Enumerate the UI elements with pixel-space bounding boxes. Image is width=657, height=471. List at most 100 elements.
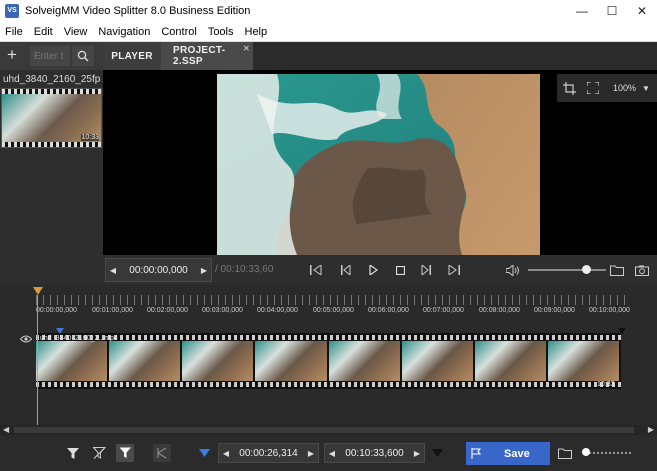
- funnel-list-icon: [119, 447, 131, 458]
- filter-fragments-button[interactable]: [116, 444, 134, 462]
- clip-frame: [328, 341, 402, 381]
- stop-button[interactable]: [392, 262, 408, 278]
- video-frame[interactable]: [217, 74, 540, 255]
- mute-audio-button[interactable]: [153, 444, 171, 462]
- filter-button[interactable]: [64, 444, 82, 462]
- selection-end-marker[interactable]: [618, 328, 626, 334]
- save-label: Save: [504, 447, 530, 460]
- step-back-icon: [341, 265, 351, 275]
- window-controls: — ☐ ✕: [567, 0, 657, 22]
- zoom-level[interactable]: 100%: [613, 83, 636, 93]
- step-forward-icon: [421, 265, 431, 275]
- play-button[interactable]: [365, 262, 381, 278]
- tab-bar: PLAYER PROJECT-2.SSP ✕: [103, 42, 657, 70]
- media-panel: + uhd_3840_2160_25fp... 10:33: [0, 42, 103, 285]
- ruler-label: 00:02:00,000: [147, 307, 188, 314]
- end-time-prev-button[interactable]: ◀: [325, 449, 339, 458]
- end-time-next-button[interactable]: ▶: [410, 449, 424, 458]
- video-image: [217, 74, 540, 255]
- media-item-thumbnail[interactable]: 10:33: [1, 88, 102, 148]
- volume-button[interactable]: [505, 262, 521, 278]
- playhead-handle[interactable]: [33, 287, 43, 295]
- timeline-ruler[interactable]: 00:00:00,000 00:01:00,000 00:02:00,000 0…: [0, 291, 657, 319]
- selection-start-time[interactable]: 00:00:26,314: [233, 448, 304, 459]
- output-folder-button[interactable]: [556, 444, 574, 462]
- menu-edit[interactable]: Edit: [29, 26, 59, 38]
- current-time-control: ◀ 00:00:00,000 ▶: [105, 258, 212, 282]
- volume-slider-handle[interactable]: [582, 265, 591, 274]
- minimize-button[interactable]: —: [567, 0, 597, 22]
- media-item-duration: 10:33: [81, 134, 99, 141]
- skip-start-icon: [310, 265, 322, 275]
- start-time-next-button[interactable]: ▶: [304, 449, 318, 458]
- search-button[interactable]: [72, 46, 94, 66]
- tab-project[interactable]: PROJECT-2.SSP ✕: [161, 42, 253, 70]
- scroll-right-button[interactable]: ▶: [648, 425, 654, 434]
- skip-end-icon: [448, 265, 460, 275]
- menu-view[interactable]: View: [59, 26, 94, 38]
- save-button[interactable]: Save: [466, 442, 550, 465]
- funnel-off-icon: [92, 447, 106, 459]
- fullscreen-icon: [587, 82, 599, 94]
- tab-close-icon[interactable]: ✕: [243, 44, 250, 53]
- next-frame-button[interactable]: [418, 262, 434, 278]
- marker-down-icon: [198, 449, 210, 457]
- tab-player[interactable]: PLAYER: [103, 42, 161, 70]
- snapshot-button[interactable]: [634, 262, 650, 278]
- search-icon: [77, 50, 89, 62]
- video-player[interactable]: 100% ▼: [103, 70, 657, 255]
- previous-frame-button[interactable]: [338, 262, 354, 278]
- eye-icon: [19, 335, 33, 343]
- add-marker-button[interactable]: [195, 444, 213, 462]
- maximize-button[interactable]: ☐: [597, 0, 627, 22]
- go-to-end-button[interactable]: [446, 262, 462, 278]
- add-media-button[interactable]: +: [0, 42, 24, 70]
- filter-off-button[interactable]: [90, 444, 108, 462]
- menu-navigation[interactable]: Navigation: [93, 26, 156, 38]
- app-window: VS SolveigMM Video Splitter 8.0 Business…: [0, 0, 657, 471]
- ruler-label: 00:05:00,000: [313, 307, 354, 314]
- media-search-input[interactable]: [30, 46, 70, 66]
- timeline-zoom-handle[interactable]: [582, 448, 590, 456]
- go-to-start-button[interactable]: [308, 262, 324, 278]
- clip-frame: [255, 341, 329, 381]
- volume-slider[interactable]: [528, 269, 606, 271]
- camera-icon: [635, 265, 649, 276]
- menu-file[interactable]: File: [0, 26, 29, 38]
- clip-frames: [36, 341, 621, 381]
- open-folder-button[interactable]: [609, 262, 625, 278]
- fullscreen-button[interactable]: [581, 76, 605, 100]
- current-time[interactable]: 00:00:00,000: [120, 265, 197, 276]
- folder-icon: [610, 265, 624, 276]
- title-bar: VS SolveigMM Video Splitter 8.0 Business…: [0, 0, 657, 22]
- film-strip-bottom: [2, 142, 101, 147]
- menu-tools[interactable]: Tools: [203, 26, 240, 38]
- selection-start-marker[interactable]: [56, 328, 64, 334]
- time-next-button[interactable]: ▶: [197, 266, 211, 275]
- start-time-prev-button[interactable]: ◀: [219, 449, 233, 458]
- marker-down-dark-icon: [431, 449, 443, 457]
- zoom-dropdown-icon[interactable]: ▼: [642, 84, 650, 93]
- playhead-line[interactable]: [37, 295, 38, 430]
- scroll-left-button[interactable]: ◀: [3, 425, 9, 434]
- menu-help[interactable]: Help: [240, 26, 274, 38]
- close-button[interactable]: ✕: [627, 0, 657, 22]
- add-end-marker-button[interactable]: [428, 444, 446, 462]
- selection-end-time-control: ◀ 00:10:33,600 ▶: [324, 443, 425, 463]
- ruler-label: 00:07:00,000: [423, 307, 464, 314]
- crop-button[interactable]: [557, 76, 581, 100]
- time-prev-button[interactable]: ◀: [106, 266, 120, 275]
- crop-icon: [562, 81, 576, 95]
- timeline-scrollbar[interactable]: ◀ ▶: [0, 425, 657, 435]
- video-track-clip[interactable]: [36, 333, 621, 389]
- scrollbar-thumb[interactable]: [14, 427, 634, 433]
- timeline-zoom-slider[interactable]: [585, 452, 633, 454]
- media-item-name[interactable]: uhd_3840_2160_25fp...: [3, 74, 101, 85]
- selection-end-time[interactable]: 00:10:33,600: [339, 448, 410, 459]
- play-icon: [369, 265, 378, 275]
- clip-frame: [109, 341, 183, 381]
- timeline-panel[interactable]: 00:00:00,000 00:01:00,000 00:02:00,000 0…: [0, 285, 657, 435]
- clip-frame: [36, 341, 110, 381]
- menu-control[interactable]: Control: [156, 26, 202, 38]
- track-visibility-button[interactable]: [19, 334, 33, 346]
